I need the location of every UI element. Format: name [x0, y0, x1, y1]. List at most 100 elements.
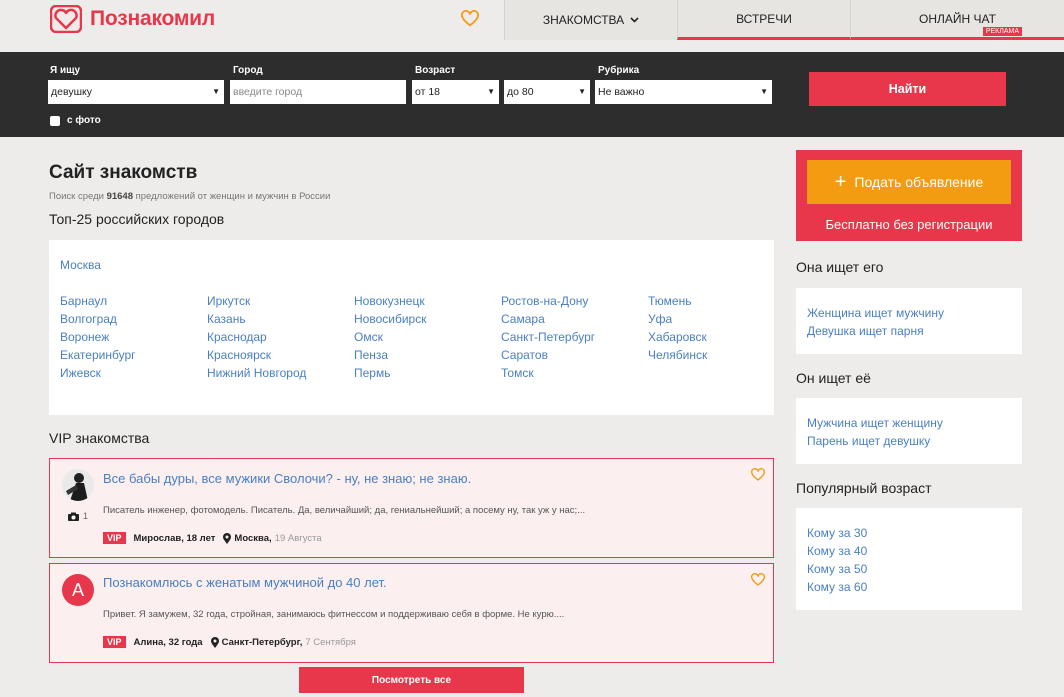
author-location: Санкт-Петербург, 7 Сентября: [210, 636, 356, 648]
photo-count-value: 1: [83, 511, 89, 521]
city-column: Барнаул Волгоград Воронеж Екатеринбург И…: [60, 292, 136, 382]
he-seeks-title: Он ищет её: [796, 370, 871, 386]
vip-section-title: VIP знакомства: [49, 430, 150, 446]
popular-age-title: Популярный возраст: [796, 480, 932, 496]
nav-meetings[interactable]: ВСТРЕЧИ: [677, 0, 850, 40]
dropdown-arrow-icon: ▼: [760, 87, 768, 96]
author-city: Москва,: [234, 532, 272, 544]
header: Познакомил ЗНАКОМСТВА ВСТРЕЧИ ОНЛАЙН ЧАТ…: [0, 0, 1064, 52]
city-column: Ростов-на-Дону Самара Санкт-Петербург Са…: [501, 292, 595, 382]
city-link[interactable]: Ижевск: [60, 364, 136, 382]
city-link[interactable]: Самара: [501, 310, 595, 328]
city-link[interactable]: Казань: [207, 310, 306, 328]
search-bar: Я ищу девушку ▼ Город введите город Возр…: [0, 52, 1064, 137]
city-link[interactable]: Челябинск: [648, 346, 707, 364]
she-seeks-title: Она ищет его: [796, 259, 884, 275]
age-from-value: от 18: [415, 86, 441, 98]
vip-card-title[interactable]: Познакомлюсь с женатым мужчиной до 40 ле…: [103, 575, 387, 590]
age-link[interactable]: Кому за 40: [807, 542, 1011, 560]
city-placeholder: введите город: [233, 86, 303, 98]
city-link[interactable]: Омск: [354, 328, 426, 346]
logo[interactable]: Познакомил: [50, 4, 215, 34]
city-link[interactable]: Уфа: [648, 310, 707, 328]
avatar-photo: [62, 469, 94, 501]
she-seeks-box: Женщина ищет мужчину Девушка ищет парня: [796, 288, 1022, 354]
category-link[interactable]: Парень ищет девушку: [807, 432, 1011, 450]
author-location: Москва, 19 Августа: [223, 532, 322, 544]
city-link[interactable]: Саратов: [501, 346, 595, 364]
with-photo-checkbox[interactable]: с фото: [50, 115, 101, 126]
avatar[interactable]: A: [62, 574, 94, 606]
city-link[interactable]: Новокузнецк: [354, 292, 426, 310]
logo-heart-icon: [50, 5, 82, 33]
nav-online-chat[interactable]: ОНЛАЙН ЧАТ Реклама: [850, 0, 1064, 40]
city-link[interactable]: Санкт-Петербург: [501, 328, 595, 346]
age-link[interactable]: Кому за 50: [807, 560, 1011, 578]
ad-badge: Реклама: [982, 27, 1022, 36]
age-to-select[interactable]: до 80 ▼: [504, 80, 590, 104]
seeking-select[interactable]: девушку ▼: [48, 80, 224, 104]
city-link[interactable]: Новосибирск: [354, 310, 426, 328]
city-link[interactable]: Волгоград: [60, 310, 136, 328]
page-subtitle: Поиск среди 91648 предложений от женщин …: [49, 191, 330, 202]
dropdown-arrow-icon: ▼: [578, 87, 586, 96]
city-link[interactable]: Ростов-на-Дону: [501, 292, 595, 310]
city-link[interactable]: Барнаул: [60, 292, 136, 310]
city-link[interactable]: Красноярск: [207, 346, 306, 364]
age-link[interactable]: Кому за 60: [807, 578, 1011, 596]
category-link[interactable]: Мужчина ищет женщину: [807, 414, 1011, 432]
city-link[interactable]: Воронеж: [60, 328, 136, 346]
popular-age-box: Кому за 30 Кому за 40 Кому за 50 Кому за…: [796, 508, 1022, 610]
post-ad-label: Подать объявление: [854, 174, 984, 190]
logo-text: Познакомил: [90, 7, 216, 30]
vip-card-title[interactable]: Все бабы дуры, все мужики Сволочи? - ну,…: [103, 471, 471, 486]
nav-dating[interactable]: ЗНАКОМСТВА: [504, 0, 677, 40]
post-date: 7 Сентября: [305, 636, 356, 648]
vip-card-text: Привет. Я замужем, 32 года, стройная, за…: [103, 609, 565, 620]
post-ad-subtitle: Бесплатно без регистрации: [825, 217, 993, 232]
city-link[interactable]: Тюмень: [648, 292, 707, 310]
location-pin-icon: [223, 532, 232, 544]
category-select[interactable]: Не важно ▼: [595, 80, 772, 104]
avatar[interactable]: [62, 469, 94, 501]
city-input[interactable]: введите город: [230, 80, 406, 104]
author-city: Санкт-Петербург,: [221, 636, 303, 648]
cities-box: Москва Барнаул Волгоград Воронеж Екатери…: [49, 240, 774, 415]
chevron-down-icon: [630, 17, 639, 23]
category-link[interactable]: Девушка ищет парня: [807, 322, 1011, 340]
category-value: Не важно: [598, 86, 645, 98]
city-link[interactable]: Хабаровск: [648, 328, 707, 346]
nav-dating-label: ЗНАКОМСТВА: [542, 13, 625, 27]
age-link[interactable]: Кому за 30: [807, 524, 1011, 542]
city-link-moscow[interactable]: Москва: [60, 258, 101, 272]
category-link[interactable]: Женщина ищет мужчину: [807, 304, 1011, 322]
age-from-select[interactable]: от 18 ▼: [412, 80, 499, 104]
offers-count: 91648: [106, 191, 133, 202]
city-link[interactable]: Иркутск: [207, 292, 306, 310]
favorite-heart-icon[interactable]: [751, 468, 765, 482]
top-nav: ЗНАКОМСТВА ВСТРЕЧИ ОНЛАЙН ЧАТ Реклама: [504, 0, 1064, 40]
city-link[interactable]: Краснодар: [207, 328, 306, 346]
city-link[interactable]: Нижний Новгород: [207, 364, 306, 382]
favorites-heart-icon[interactable]: [461, 10, 479, 28]
camera-icon: [68, 512, 79, 521]
post-ad-button[interactable]: + Подать объявление: [807, 160, 1011, 204]
city-link[interactable]: Екатеринбург: [60, 346, 136, 364]
vip-card-meta: VIP Мирослав, 18 лет Москва, 19 Августа: [103, 532, 322, 544]
subtitle-prefix: Поиск среди: [49, 191, 107, 202]
post-date: 19 Августа: [274, 532, 322, 544]
city-link[interactable]: Пермь: [354, 364, 426, 382]
vip-card[interactable]: A Познакомлюсь с женатым мужчиной до 40 …: [49, 563, 774, 663]
category-label: Рубрика: [598, 65, 640, 76]
age-to-value: до 80: [507, 86, 534, 98]
city-link[interactable]: Томск: [501, 364, 595, 382]
nav-online-chat-label: ОНЛАЙН ЧАТ: [919, 11, 996, 26]
seeking-value: девушку: [51, 86, 92, 98]
city-column: Новокузнецк Новосибирск Омск Пенза Пермь: [354, 292, 426, 382]
vip-card[interactable]: 1 Все бабы дуры, все мужики Сволочи? - н…: [49, 458, 774, 558]
city-link[interactable]: Пенза: [354, 346, 426, 364]
see-all-button[interactable]: Посмотреть все: [299, 667, 524, 693]
nav-meetings-label: ВСТРЕЧИ: [736, 11, 792, 26]
favorite-heart-icon[interactable]: [751, 573, 765, 587]
find-button[interactable]: Найти: [809, 72, 1006, 106]
